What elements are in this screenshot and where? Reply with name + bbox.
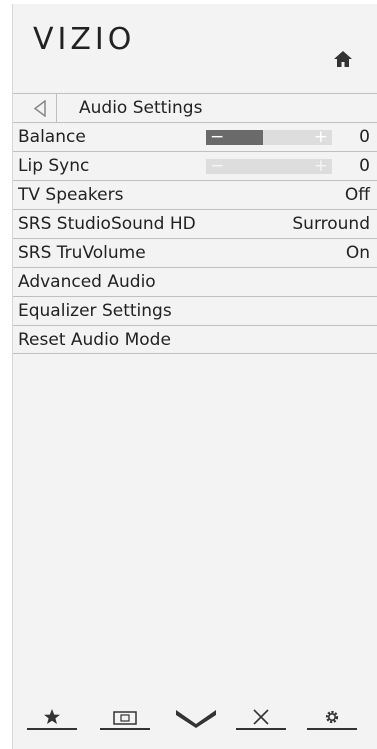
settings-button[interactable] [307,702,357,730]
setting-advanced-audio[interactable]: Advanced Audio [13,267,377,296]
setting-label: Lip Sync [18,156,90,176]
balance-slider[interactable]: − + [206,127,332,147]
setting-reset-audio-mode[interactable]: Reset Audio Mode [13,325,377,354]
setting-lip-sync[interactable]: Lip Sync − + 0 [13,151,377,180]
setting-tv-speakers[interactable]: TV Speakers Off [13,180,377,209]
bottom-nav [13,694,377,734]
settings-panel: VIZIO Audio Settings Balance − + 0 Lip S… [12,4,377,749]
menu-header: Audio Settings [13,93,377,123]
vizio-button[interactable] [171,702,221,730]
setting-srs-studiosound[interactable]: SRS StudioSound HD Surround [13,209,377,238]
setting-label: SRS StudioSound HD [18,214,196,234]
setting-value: Surround [292,214,370,234]
setting-equalizer[interactable]: Equalizer Settings [13,296,377,325]
setting-label: Reset Audio Mode [18,330,171,350]
gear-icon [325,710,339,724]
settings-list: Audio Settings Balance − + 0 Lip Sync − … [13,93,377,354]
home-icon[interactable] [333,50,353,68]
star-icon [44,709,60,724]
input-icon [113,711,137,725]
lip-sync-slider[interactable]: − + [206,156,332,176]
setting-label: Equalizer Settings [18,301,172,321]
slider-plus: + [313,127,328,147]
setting-value: On [345,243,370,263]
header-divider [56,94,57,123]
slider-minus: − [210,156,225,176]
vizio-logo: VIZIO [33,22,136,57]
back-arrow-icon[interactable] [33,100,47,117]
setting-value: 0 [359,127,370,147]
setting-value: Off [344,185,370,205]
setting-label: Advanced Audio [18,272,156,292]
setting-srs-truvolume[interactable]: SRS TruVolume On [13,238,377,267]
setting-label: Balance [18,127,86,147]
page-title: Audio Settings [79,98,203,118]
vizio-v-icon [176,710,216,728]
close-icon [253,709,269,725]
input-button[interactable] [100,702,150,730]
favorites-button[interactable] [27,702,77,730]
slider-plus: + [313,156,328,176]
setting-label: TV Speakers [18,185,124,205]
setting-balance[interactable]: Balance − + 0 [13,122,377,151]
close-button[interactable] [236,702,286,730]
setting-value: 0 [359,156,370,176]
slider-minus: − [210,127,225,147]
setting-label: SRS TruVolume [18,243,146,263]
